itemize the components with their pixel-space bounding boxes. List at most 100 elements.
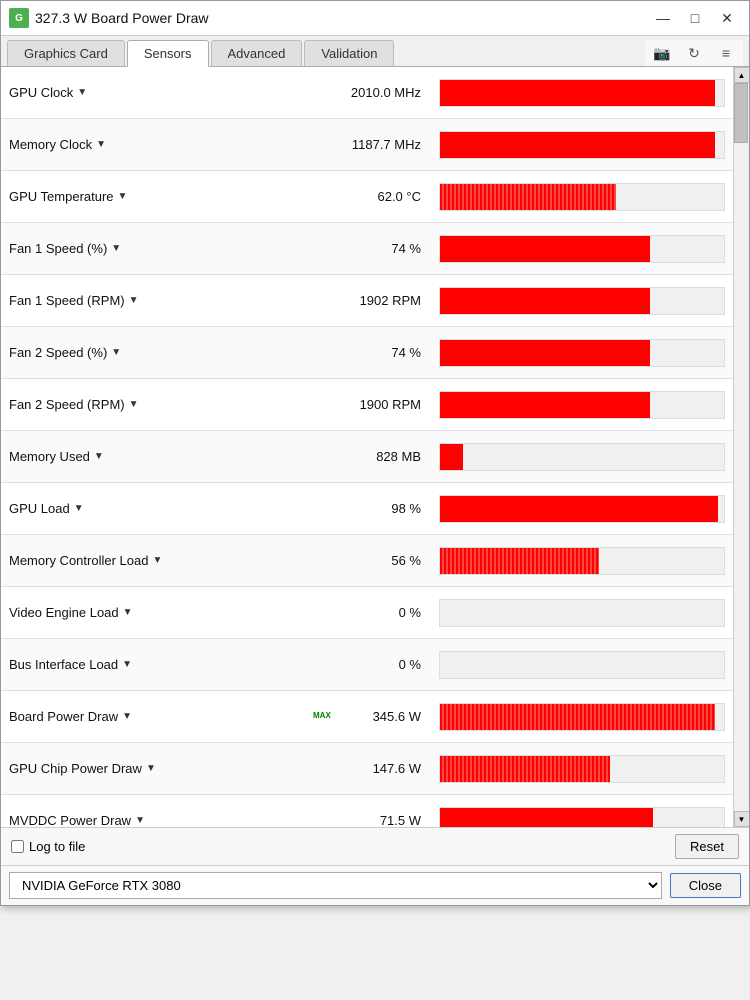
maximize-button[interactable]: □: [681, 7, 709, 29]
table-row: Fan 2 Speed (RPM) ▼ 1900 RPM: [1, 379, 733, 431]
dropdown-arrow-icon[interactable]: ▼: [129, 295, 139, 306]
log-to-file-checkbox[interactable]: [11, 840, 24, 853]
sensor-value: 56 %: [311, 553, 431, 568]
sensor-name-cell: Fan 1 Speed (RPM) ▼: [1, 293, 311, 308]
sensor-bar-cell: [431, 749, 733, 789]
sensor-name: GPU Chip Power Draw: [9, 761, 142, 776]
sensor-bar-cell: [431, 593, 733, 633]
sensor-value: 147.6 W: [311, 761, 431, 776]
table-row: MVDDC Power Draw ▼ 71.5 W: [1, 795, 733, 827]
sensor-bar-cell: [431, 801, 733, 828]
table-row: GPU Clock ▼ 2010.0 MHz: [1, 67, 733, 119]
table-row: Memory Used ▼ 828 MB: [1, 431, 733, 483]
screenshot-button[interactable]: 📷: [649, 42, 675, 64]
sensor-name: MVDDC Power Draw: [9, 813, 131, 827]
bar-fill: [440, 184, 616, 210]
dropdown-arrow-icon[interactable]: ▼: [111, 243, 121, 254]
sensor-value: 74 %: [311, 345, 431, 360]
sensor-bar-cell: [431, 125, 733, 165]
sensor-bar-cell: [431, 333, 733, 373]
bar-background: [439, 183, 725, 211]
bar-background: [439, 131, 725, 159]
table-row: Memory Controller Load ▼ 56 %: [1, 535, 733, 587]
log-to-file-label[interactable]: Log to file: [11, 839, 85, 854]
table-row: Fan 1 Speed (%) ▼ 74 %: [1, 223, 733, 275]
table-row: Fan 2 Speed (%) ▼ 74 %: [1, 327, 733, 379]
menu-button[interactable]: ≡: [713, 42, 739, 64]
sensor-name: Fan 1 Speed (RPM): [9, 293, 125, 308]
sensor-value: 71.5 W: [311, 813, 431, 827]
dropdown-arrow-icon[interactable]: ▼: [135, 815, 145, 826]
sensor-bar-cell: [431, 385, 733, 425]
bar-background: [439, 807, 725, 828]
tab-graphics-card[interactable]: Graphics Card: [7, 40, 125, 66]
sensor-name: Board Power Draw: [9, 709, 118, 724]
refresh-button[interactable]: ↻: [681, 42, 707, 64]
sensor-bar-cell: [431, 645, 733, 685]
table-row: Fan 1 Speed (RPM) ▼ 1902 RPM: [1, 275, 733, 327]
sensor-value: 98 %: [311, 501, 431, 516]
dropdown-arrow-icon[interactable]: ▼: [111, 347, 121, 358]
table-row: Memory Clock ▼ 1187.7 MHz: [1, 119, 733, 171]
dropdown-arrow-icon[interactable]: ▼: [77, 87, 87, 98]
sensor-value: MAX 345.6 W: [311, 709, 431, 724]
dropdown-arrow-icon[interactable]: ▼: [94, 451, 104, 462]
gpu-select[interactable]: NVIDIA GeForce RTX 3080: [9, 872, 662, 899]
tab-bar: Graphics Card Sensors Advanced Validatio…: [1, 36, 749, 67]
minimize-button[interactable]: —: [649, 7, 677, 29]
sensor-value: 62.0 °C: [311, 189, 431, 204]
sensor-name-cell: Board Power Draw ▼: [1, 709, 311, 724]
sensor-name: GPU Temperature: [9, 189, 114, 204]
sensor-bar-cell: [431, 541, 733, 581]
main-window: G 327.3 W Board Power Draw — □ ✕ Graphic…: [0, 0, 750, 906]
dropdown-arrow-icon[interactable]: ▼: [74, 503, 84, 514]
scroll-down-button[interactable]: ▼: [734, 811, 750, 827]
dropdown-arrow-icon[interactable]: ▼: [152, 555, 162, 566]
scroll-track[interactable]: [734, 83, 749, 811]
sensor-value: 828 MB: [311, 449, 431, 464]
sensor-name-cell: MVDDC Power Draw ▼: [1, 813, 311, 827]
tab-advanced[interactable]: Advanced: [211, 40, 303, 66]
scroll-up-button[interactable]: ▲: [734, 67, 750, 83]
table-row: Bus Interface Load ▼ 0 %: [1, 639, 733, 691]
app-icon: G: [9, 8, 29, 28]
title-bar: G 327.3 W Board Power Draw — □ ✕: [1, 1, 749, 36]
reset-button[interactable]: Reset: [675, 834, 739, 859]
bar-background: [439, 755, 725, 783]
sensor-name-cell: Memory Clock ▼: [1, 137, 311, 152]
bar-background: [439, 547, 725, 575]
dropdown-arrow-icon[interactable]: ▼: [123, 607, 133, 618]
dropdown-arrow-icon[interactable]: ▼: [129, 399, 139, 410]
tab-validation[interactable]: Validation: [304, 40, 394, 66]
bar-fill: [440, 80, 715, 106]
sensor-value: 0 %: [311, 605, 431, 620]
bar-fill: [440, 340, 650, 366]
bar-background: [439, 599, 725, 627]
sensor-value: 0 %: [311, 657, 431, 672]
sensor-name-cell: GPU Clock ▼: [1, 85, 311, 100]
bar-background: [439, 235, 725, 263]
sensor-list-container: GPU Clock ▼ 2010.0 MHz Memory Clock ▼ 11…: [1, 67, 749, 827]
dropdown-arrow-icon[interactable]: ▼: [122, 659, 132, 670]
sensor-value: 1900 RPM: [311, 397, 431, 412]
dropdown-arrow-icon[interactable]: ▼: [118, 191, 128, 202]
sensor-name: Memory Controller Load: [9, 553, 148, 568]
dropdown-arrow-icon[interactable]: ▼: [122, 711, 132, 722]
bar-background: [439, 339, 725, 367]
scroll-thumb[interactable]: [734, 83, 748, 143]
table-row: GPU Chip Power Draw ▼ 147.6 W: [1, 743, 733, 795]
close-window-button[interactable]: ✕: [713, 7, 741, 29]
sensor-bar-cell: [431, 489, 733, 529]
sensor-name: Bus Interface Load: [9, 657, 118, 672]
dropdown-arrow-icon[interactable]: ▼: [96, 139, 106, 150]
close-button[interactable]: Close: [670, 873, 741, 898]
tab-sensors[interactable]: Sensors: [127, 40, 209, 67]
dropdown-arrow-icon[interactable]: ▼: [146, 763, 156, 774]
scrollbar[interactable]: ▲ ▼: [733, 67, 749, 827]
sensor-name-cell: GPU Temperature ▼: [1, 189, 311, 204]
sensor-bar-cell: [431, 697, 733, 737]
bar-background: [439, 495, 725, 523]
sensor-name: Fan 1 Speed (%): [9, 241, 107, 256]
sensor-name: Memory Used: [9, 449, 90, 464]
sensor-bar-cell: [431, 437, 733, 477]
